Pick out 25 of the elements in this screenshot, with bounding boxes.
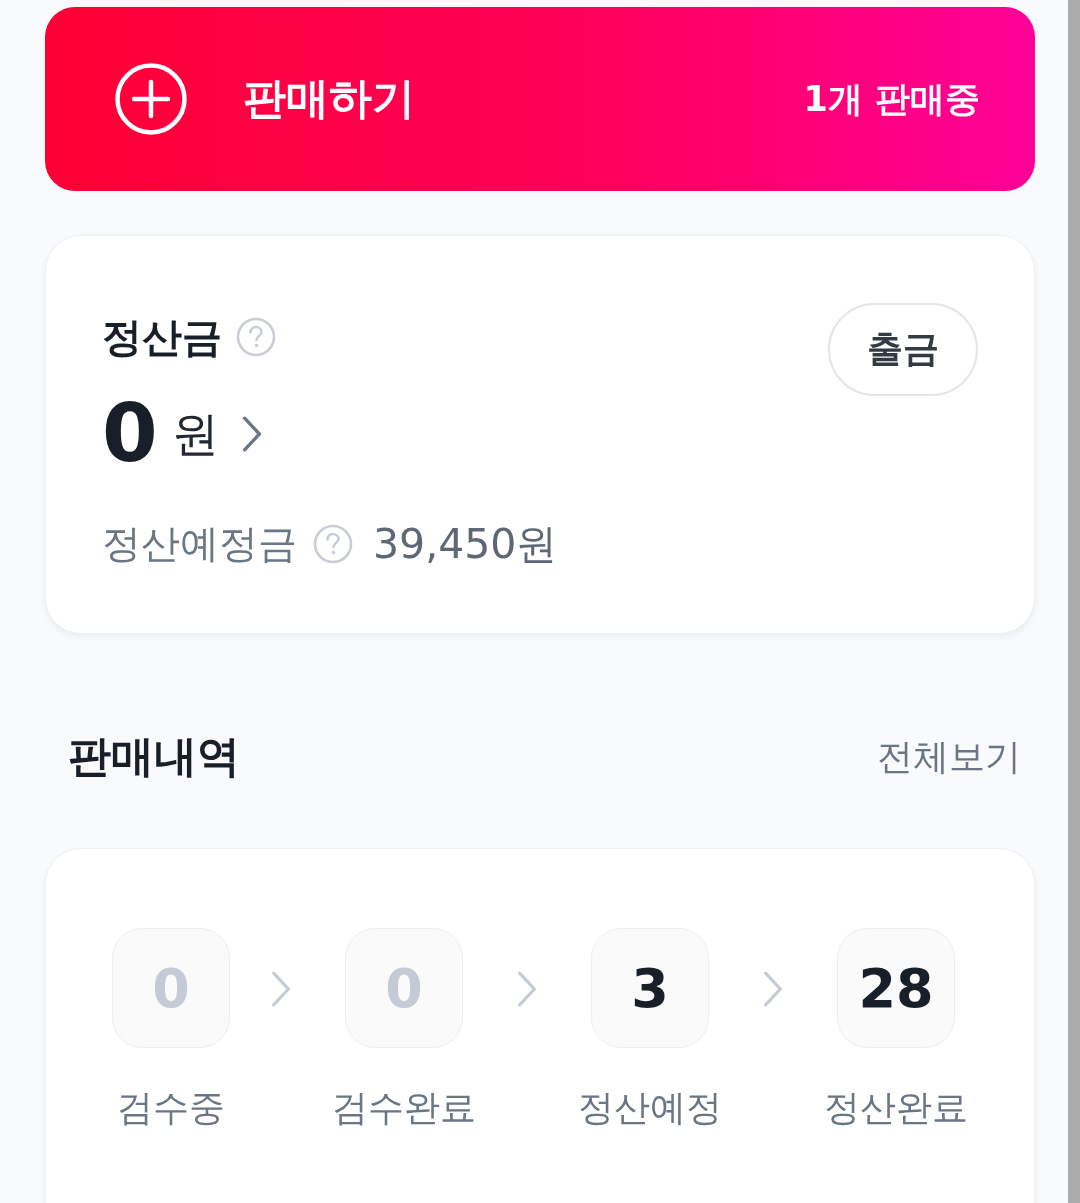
chevron-right-icon [762,970,784,1008]
currency-unit: 원 [171,405,219,463]
view-all-link[interactable]: 전체보기 [877,732,1021,782]
settlement-amount: 0 [102,389,158,479]
plus-circle-icon [115,63,187,135]
sell-label: 판매하기 [243,72,416,125]
chevron-right-icon [270,970,292,1008]
stage-count[interactable]: 28 [837,928,955,1048]
stage-label: 정산예정 [578,1086,722,1130]
chevron-right-icon [240,415,263,453]
sell-button[interactable]: 판매하기 1개 판매중 [45,7,1035,191]
stage-count[interactable]: 3 [591,928,709,1048]
help-icon [313,524,353,564]
sales-history-title: 판매내역 [68,730,240,783]
stage-label: 검수완료 [332,1086,476,1130]
stage-label: 검수중 [117,1086,225,1130]
pending-settlement-amount: 39,450원 [373,518,558,570]
stage-label: 정산완료 [824,1086,968,1130]
chevron-right-icon [516,970,538,1008]
scrollbar-thumb[interactable] [1068,0,1080,1203]
settlement-title: 정산금 [102,314,222,360]
pending-settlement-label: 정산예정금 [102,520,297,568]
withdraw-button[interactable]: 출금 [828,303,978,396]
selling-count: 1개 판매중 [803,77,980,121]
help-icon [236,317,276,357]
